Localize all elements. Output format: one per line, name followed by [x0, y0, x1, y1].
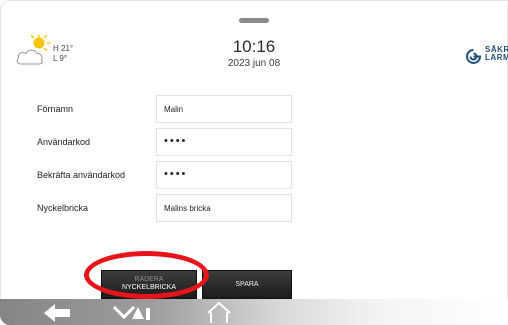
user-code-label: Användarkod [37, 137, 91, 147]
form-row-key-tag: Nyckelbricka Malins bricka [0, 194, 508, 224]
key-tag-label: Nyckelbricka [37, 203, 89, 213]
delete-button-label-line2: NYCKELBRICKA [121, 284, 177, 291]
first-name-field[interactable]: Malin [156, 95, 292, 123]
alarm-status-icon[interactable] [112, 303, 152, 325]
confirm-code-field[interactable]: •••• [156, 161, 292, 189]
clock: 10:16 2023 jun 08 [200, 38, 308, 71]
bottom-nav [0, 299, 508, 325]
weather-widget[interactable]: H 21° L 9° [16, 34, 86, 70]
delete-button-label-line1: RADERA [134, 276, 164, 283]
brand-logo-icon [466, 49, 481, 64]
temperature-high: H 21° [53, 44, 74, 53]
brand-line-2: LARM [485, 53, 508, 62]
clock-time: 10:16 [232, 37, 276, 56]
temperature-low: L 9° [53, 54, 68, 63]
back-arrow-icon[interactable] [42, 302, 72, 324]
delete-key-tag-button[interactable]: RADERA NYCKELBRICKA [101, 270, 197, 299]
first-name-label: Förnamn [37, 104, 74, 114]
form-row-user-code: Användarkod •••• [0, 128, 508, 158]
user-code-field[interactable]: •••• [156, 128, 292, 156]
partly-cloudy-icon [16, 34, 51, 65]
pull-down-handle[interactable] [239, 18, 269, 23]
key-tag-field[interactable]: Malins bricka [156, 194, 292, 222]
form-row-first-name: Förnamn Malin [0, 95, 508, 125]
clock-date: 2023 jun 08 [227, 58, 281, 69]
panel-screen: H 21° L 9° 10:16 2023 jun 08 SÄKR LARM F… [0, 0, 508, 325]
form-row-confirm-code: Bekräfta användarkod •••• [0, 161, 508, 191]
brand-name: SÄKR LARM [485, 46, 508, 62]
home-icon[interactable] [205, 301, 233, 323]
save-button[interactable]: SPARA [202, 270, 292, 299]
confirm-code-label: Bekräfta användarkod [37, 170, 126, 180]
